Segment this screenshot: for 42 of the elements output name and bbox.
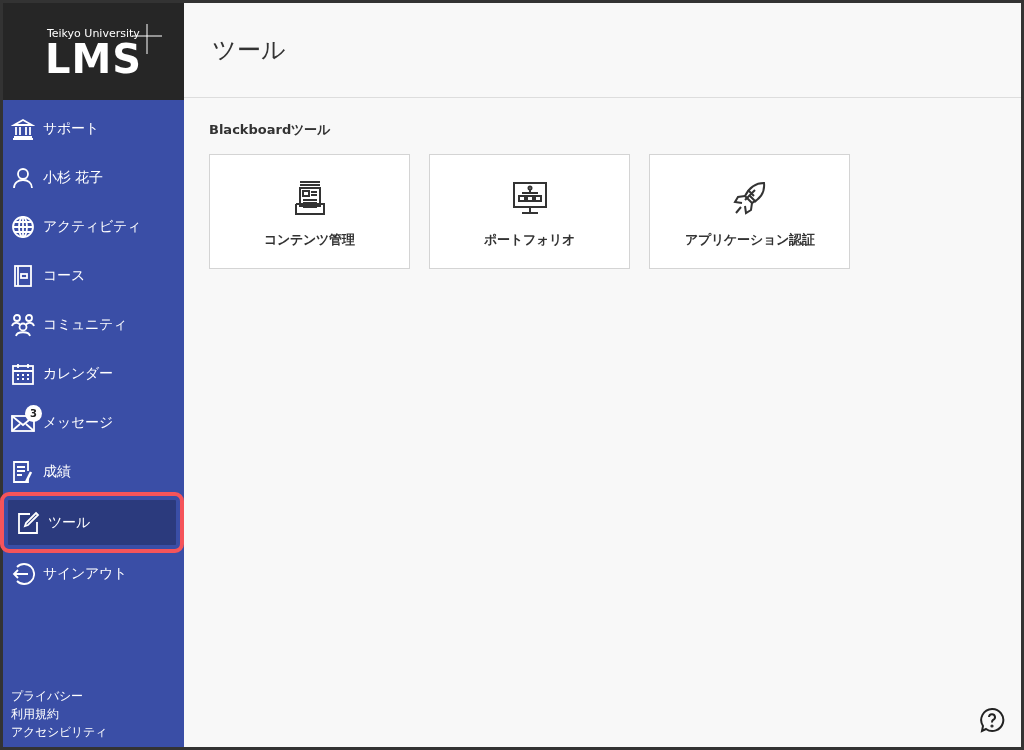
sidebar-item-label: 小杉 花子 — [43, 168, 104, 188]
sidebar-item-label: カレンダー — [43, 364, 113, 384]
bank-icon — [11, 116, 35, 141]
sidebar-item[interactable]: サポート — [3, 104, 184, 153]
sign-out-icon — [11, 561, 35, 586]
sidebar-item-label: サポート — [43, 119, 99, 139]
tool-card[interactable]: コンテンツ管理 — [209, 153, 410, 269]
book-icon — [11, 263, 35, 288]
sidebar-item[interactable]: コース — [3, 251, 184, 300]
count-badge: 3 — [25, 405, 42, 422]
sidebar-item[interactable]: 小杉 花子 — [3, 153, 184, 202]
sidebar-item[interactable]: カレンダー — [3, 349, 184, 398]
edit-icon — [16, 510, 40, 535]
globe-icon — [11, 214, 35, 239]
tool-card[interactable]: ポートフォリオ — [429, 153, 630, 269]
document-pencil-icon — [11, 459, 35, 484]
sidebar-item-label: ツール — [48, 513, 90, 533]
footer-link[interactable]: アクセシビリティ — [11, 723, 184, 741]
people-icon — [11, 312, 35, 337]
sidebar-item-label: コース — [43, 266, 85, 286]
sidebar-item-label: メッセージ — [43, 413, 113, 433]
help-icon[interactable] — [979, 707, 1005, 733]
tool-card-label: ポートフォリオ — [484, 231, 575, 250]
section-title: Blackboardツール — [209, 121, 332, 139]
tool-card-label: アプリケーション認証 — [684, 231, 815, 250]
sidebar-item[interactable]: 成績 — [3, 447, 184, 496]
footer-link[interactable]: 利用規約 — [11, 705, 184, 723]
sidebar-item[interactable]: 3 メッセージ — [3, 398, 184, 447]
footer-link[interactable]: プライバシー — [11, 687, 184, 705]
sidebar-item-label: 成績 — [43, 462, 71, 482]
sidebar-item-label: アクティビティ — [43, 217, 141, 237]
sidebar-item[interactable]: アクティビティ — [3, 202, 184, 251]
tool-card[interactable]: アプリケーション認証 — [649, 153, 850, 269]
sidebar-item-label: サインアウト — [43, 564, 127, 584]
sidebar-item-label: コミュニティ — [43, 315, 127, 335]
person-icon — [11, 165, 35, 190]
sidebar-item[interactable]: コミュニティ — [3, 300, 184, 349]
sidebar-item[interactable]: サインアウト — [3, 549, 184, 598]
calendar-icon — [11, 361, 35, 386]
page-title: ツール — [184, 3, 1021, 98]
tool-card-label: コンテンツ管理 — [264, 231, 355, 250]
logo[interactable]: Teikyo University LMS — [3, 3, 184, 100]
